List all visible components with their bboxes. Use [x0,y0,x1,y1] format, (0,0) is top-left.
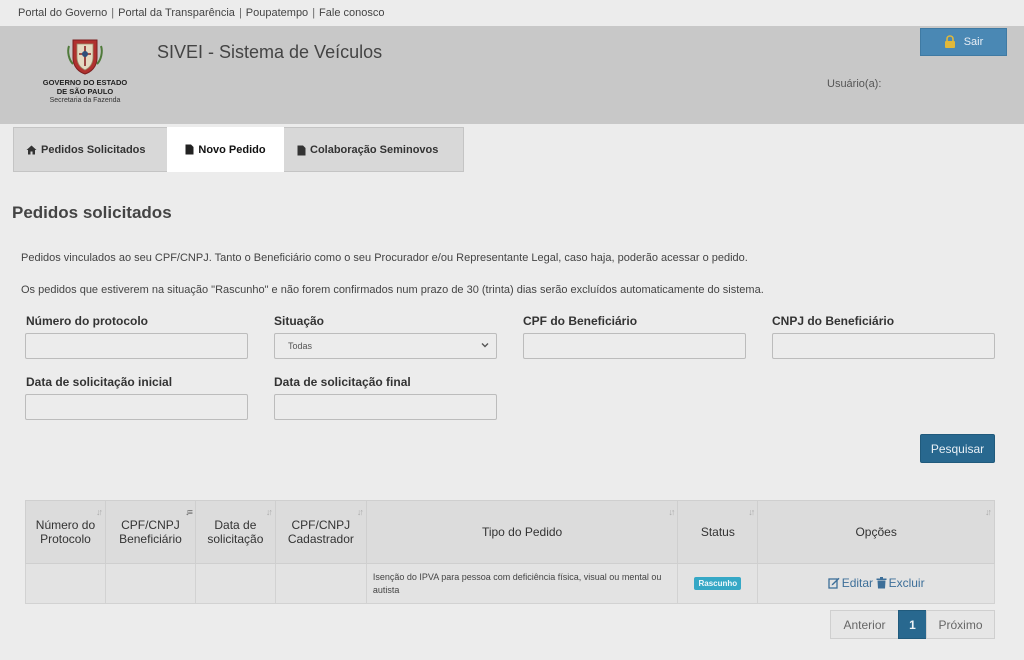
logo-text-line2: DE SÃO PAULO [56,87,114,96]
separator: | [111,7,115,19]
link-portal-transparencia[interactable]: Portal da Transparência [118,7,235,19]
cell-cpf-cadastrador [274,563,367,604]
table-header-row: Número do Protocolo ↓↑ CPF/CNPJ Beneficiá… [25,500,995,564]
column-header-cpf-beneficiario[interactable]: CPF/CNPJ Beneficiário ↓≡ [104,500,196,564]
column-header-protocolo[interactable]: Número do Protocolo ↓↑ [25,500,106,564]
sort-icon: ↓↑ [95,507,103,517]
situacao-select[interactable]: Todas [274,333,497,359]
tab-label: Novo Pedido [198,143,266,156]
logout-button[interactable]: Sair [920,28,1007,56]
sort-active-icon: ↓≡ [185,507,193,517]
cell-tipo: Isenção do IPVA para pessoa com deficiên… [365,563,679,604]
cell-cpf-beneficiario [104,563,196,604]
search-button[interactable]: Pesquisar [920,434,995,463]
column-label: Data de solicitação [207,518,264,546]
trash-icon [876,577,887,589]
column-header-data[interactable]: Data de solicitação ↓↑ [194,500,276,564]
column-label: CPF/CNPJ Cadastrador [287,518,354,546]
link-fale-conosco[interactable]: Fale conosco [319,7,384,19]
column-label: Opções [855,525,897,539]
link-poupatempo[interactable]: Poupatempo [246,7,308,19]
document-icon [297,145,306,155]
separator: | [238,7,242,19]
cnpj-beneficiario-label: CNPJ do Beneficiário [772,314,895,328]
app-title: SIVEI - Sistema de Veículos [157,42,383,62]
pagination-page-current[interactable]: 1 [898,610,927,639]
tab-label: Colaboração Seminovos [310,144,439,156]
column-header-tipo[interactable]: Tipo do Pedido ↓↑ [365,500,679,564]
cpf-beneficiario-label: CPF do Beneficiário [523,314,638,328]
column-label: Número do Protocolo [35,518,96,546]
delete-button[interactable]: Excluir [876,576,925,590]
info-text-access: Pedidos vinculados ao seu CPF/CNPJ. Tant… [21,252,748,264]
coat-of-arms-icon [67,39,103,75]
status-badge: Rascunho [694,577,742,590]
tab-pedidos-solicitados[interactable]: Pedidos Solicitados [26,128,146,172]
user-label: Usuário(a): [827,78,882,90]
top-links-bar: Portal do Governo | Portal da Transparênci… [0,0,1024,26]
results-table: Número do Protocolo ↓↑ CPF/CNPJ Beneficiá… [25,500,995,604]
data-final-label: Data de solicitação final [274,375,411,389]
tab-label: Pedidos Solicitados [41,144,146,156]
data-inicial-label: Data de solicitação inicial [26,375,173,389]
column-label: CPF/CNPJ Beneficiário [119,518,182,546]
page-title: Pedidos solicitados [12,203,172,222]
document-icon [185,144,194,155]
cell-status: Rascunho [677,563,759,604]
nav-tabs: Pedidos Solicitados Novo Pedido Colabora… [13,127,464,172]
situacao-label: Situação [274,314,325,328]
chevron-down-icon [481,343,489,348]
data-inicial-input[interactable] [25,394,248,420]
info-text-rascunho: Os pedidos que estiverem na situação "Ra… [21,284,764,296]
cell-data [194,563,276,604]
logout-label: Sair [963,36,984,48]
government-logo: GOVERNO DO ESTADO DE SÃO PAULO Secretari… [28,36,142,122]
tab-novo-pedido[interactable]: Novo Pedido [167,127,284,172]
situacao-selected-value: Todas [288,341,313,351]
column-header-cpf-cadastrador[interactable]: CPF/CNPJ Cadastrador ↓↑ [274,500,367,564]
separator: | [312,7,316,19]
protocolo-label: Número do protocolo [26,314,148,328]
edit-label: Editar [841,576,874,590]
cell-opcoes: Editar Excluir [757,563,995,604]
table-row: Isenção do IPVA para pessoa com deficiên… [25,563,995,604]
column-label: Tipo do Pedido [481,525,563,539]
pagination-next[interactable]: Próximo [926,610,995,639]
column-label: Status [700,525,735,539]
sort-icon: ↓↑ [356,507,364,517]
pagination-previous[interactable]: Anterior [830,610,899,639]
sort-icon: ↓↑ [985,507,992,517]
home-icon [26,145,37,155]
column-header-status[interactable]: Status ↓↑ [677,500,759,564]
header: GOVERNO DO ESTADO DE SÃO PAULO Secretari… [0,26,1024,124]
sort-icon: ↓↑ [668,507,675,517]
logo-text-line1: GOVERNO DO ESTADO [42,78,128,87]
lock-icon [944,35,955,48]
sort-icon: ↓↑ [265,507,273,517]
edit-icon [828,577,840,589]
edit-button[interactable]: Editar [828,576,873,590]
logo-text-secretaria: Secretaria da Fazenda [49,97,121,104]
sort-icon: ↓↑ [748,507,755,517]
cpf-beneficiario-input[interactable] [523,333,746,359]
protocolo-input[interactable] [25,333,248,359]
delete-label: Excluir [888,576,925,590]
link-portal-governo[interactable]: Portal do Governo [18,7,107,19]
tab-colaboracao-seminovos[interactable]: Colaboração Seminovos [297,128,438,172]
column-header-opcoes[interactable]: Opções ↓↑ [757,500,995,564]
cnpj-beneficiario-input[interactable] [772,333,995,359]
cell-protocolo [25,563,106,604]
data-final-input[interactable] [274,394,497,420]
